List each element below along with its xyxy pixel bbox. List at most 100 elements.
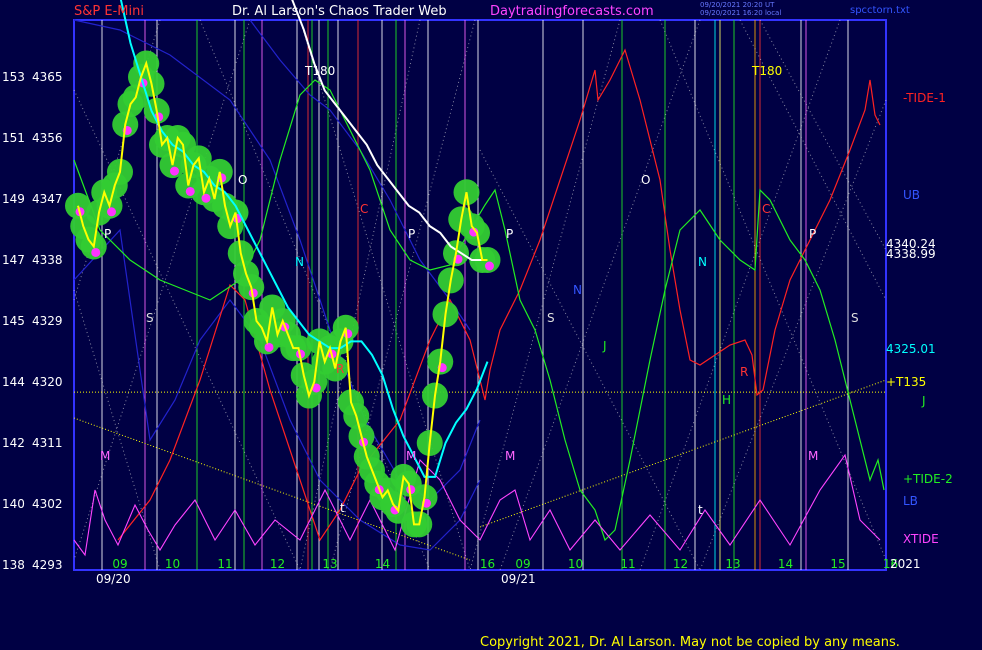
y-tick-price: 4311 bbox=[32, 436, 63, 450]
cycle-annotation: J bbox=[602, 339, 607, 353]
y-tick-cycle: 142 bbox=[2, 436, 25, 450]
cycle-annotation: N bbox=[698, 255, 707, 269]
cycle-annotation: R bbox=[740, 365, 748, 379]
t180-label: T180 bbox=[304, 64, 335, 78]
mid-band bbox=[249, 19, 471, 331]
y-tick-price: 4320 bbox=[32, 375, 63, 389]
angle-line bbox=[699, 99, 887, 571]
label-lb: LB bbox=[903, 494, 918, 508]
y-tick-price: 4347 bbox=[32, 192, 63, 206]
cycle-annotation: P bbox=[506, 227, 513, 241]
pivot-marker bbox=[264, 342, 274, 352]
cycle-annotation: N bbox=[573, 283, 582, 297]
y-tick-cycle: 138 bbox=[2, 558, 25, 572]
pivot-marker bbox=[185, 186, 195, 196]
x-tick-label: 12 bbox=[673, 557, 688, 571]
cycle-annotation: O bbox=[238, 173, 247, 187]
copyright: Copyright 2021, Dr. Al Larson. May not b… bbox=[480, 635, 900, 650]
cycle-annotation: C bbox=[360, 202, 368, 216]
y-tick-cycle: 153 bbox=[2, 70, 25, 84]
timestamp-ut: 09/20/2021 20:20 UT bbox=[700, 1, 775, 9]
x-tick-label: 10 bbox=[165, 557, 180, 571]
y-tick-cycle: 147 bbox=[2, 253, 25, 267]
pivot-marker bbox=[91, 247, 101, 257]
trend-line-up bbox=[479, 379, 887, 528]
label-tide1: -TIDE-1 bbox=[903, 91, 946, 105]
year-label: 2021 bbox=[890, 557, 921, 571]
label-price-2: 4338.99 bbox=[886, 247, 936, 261]
angle-line bbox=[759, 19, 887, 251]
label-price-3: 4325.01 bbox=[886, 342, 936, 356]
y-tick-cycle: 149 bbox=[2, 192, 25, 206]
angle-line bbox=[479, 149, 701, 571]
tide1-line bbox=[117, 48, 881, 542]
data-file-name: spcctorn.txt bbox=[850, 5, 910, 16]
x-tick-label: 11 bbox=[217, 557, 232, 571]
y-tick-price: 4302 bbox=[32, 497, 63, 511]
cycle-annotation: N bbox=[295, 255, 304, 269]
cycle-annotation: t bbox=[698, 503, 703, 517]
x-tick-label: 14 bbox=[778, 557, 793, 571]
x-tick-label: 10 bbox=[568, 557, 583, 571]
cycle-annotation: M bbox=[808, 449, 818, 463]
cycle-annotation: M bbox=[505, 449, 515, 463]
x-tick-label: 13 bbox=[322, 557, 337, 571]
x-tick-label: 09 bbox=[112, 557, 127, 571]
cycle-annotation: t bbox=[340, 501, 345, 515]
cycle-annotation: S bbox=[547, 311, 555, 325]
y-tick-price: 4293 bbox=[32, 558, 63, 572]
cycle-annotation: M bbox=[406, 449, 416, 463]
chaos-chart: 153 4365 151 4356 149 4347 147 4338 145 4329 144 43… bbox=[2, 0, 953, 586]
label-ub: UB bbox=[903, 188, 920, 202]
pivot-marker bbox=[201, 193, 211, 203]
label-xtide: XTIDE bbox=[903, 532, 939, 546]
angle-line bbox=[639, 19, 841, 571]
y-tick-price: 4329 bbox=[32, 314, 63, 328]
xtide-line bbox=[73, 453, 881, 557]
angle-line bbox=[659, 19, 887, 561]
angle-line bbox=[739, 19, 887, 301]
pivot-marker bbox=[485, 261, 494, 271]
label-tide2: +TIDE-2 bbox=[903, 472, 953, 486]
y-tick-price: 4338 bbox=[32, 253, 63, 267]
x-tick-label: 16 bbox=[480, 557, 495, 571]
y-tick-cycle: 140 bbox=[2, 497, 25, 511]
y-tick-price: 4365 bbox=[32, 70, 63, 84]
y-tick-cycle: 145 bbox=[2, 314, 25, 328]
website-label: Daytradingforecasts.com bbox=[490, 4, 654, 19]
cycle-annotation: S bbox=[851, 311, 859, 325]
cycle-annotation: M bbox=[100, 449, 110, 463]
pivot-marker bbox=[107, 207, 116, 217]
plot-frame bbox=[73, 19, 887, 571]
label-j: J bbox=[921, 394, 926, 408]
date-label-1: 09/20 bbox=[96, 572, 131, 586]
t180-label: T180 bbox=[751, 64, 782, 78]
x-tick-label: 13 bbox=[725, 557, 740, 571]
x-tick-label: 11 bbox=[620, 557, 635, 571]
angle-line bbox=[499, 19, 701, 571]
cycle-annotation: S bbox=[146, 311, 154, 325]
label-t135: +T135 bbox=[886, 375, 926, 389]
x-tick-label: 14 bbox=[375, 557, 390, 571]
cycle-annotation: C bbox=[762, 202, 770, 216]
cycle-annotation: R bbox=[336, 362, 344, 376]
date-label-2: 09/21 bbox=[501, 572, 536, 586]
x-tick-label: 09 bbox=[515, 557, 530, 571]
angle-line bbox=[469, 19, 621, 571]
y-tick-price: 4356 bbox=[32, 131, 63, 145]
chart-window: 153 4365 151 4356 149 4347 147 4338 145 4329 144 43… bbox=[0, 0, 982, 650]
y-tick-cycle: 144 bbox=[2, 375, 25, 389]
instrument-title: S&P E-Mini bbox=[74, 4, 144, 19]
cycle-annotation: H bbox=[722, 393, 731, 407]
price-highlight-group bbox=[65, 50, 501, 538]
x-tick-label: 15 bbox=[830, 557, 845, 571]
chart-title: Dr. Al Larson's Chaos Trader Web bbox=[232, 4, 447, 19]
cycle-annotation: P bbox=[104, 227, 111, 241]
x-tick-label: 12 bbox=[270, 557, 285, 571]
cycle-annotation: O bbox=[641, 173, 650, 187]
pivot-marker bbox=[170, 166, 179, 176]
cycle-annotation: P bbox=[408, 227, 415, 241]
timestamp-local: 09/20/2021 16:20 local bbox=[700, 9, 782, 17]
cycle-annotation: P bbox=[809, 227, 816, 241]
y-tick-cycle: 151 bbox=[2, 131, 25, 145]
